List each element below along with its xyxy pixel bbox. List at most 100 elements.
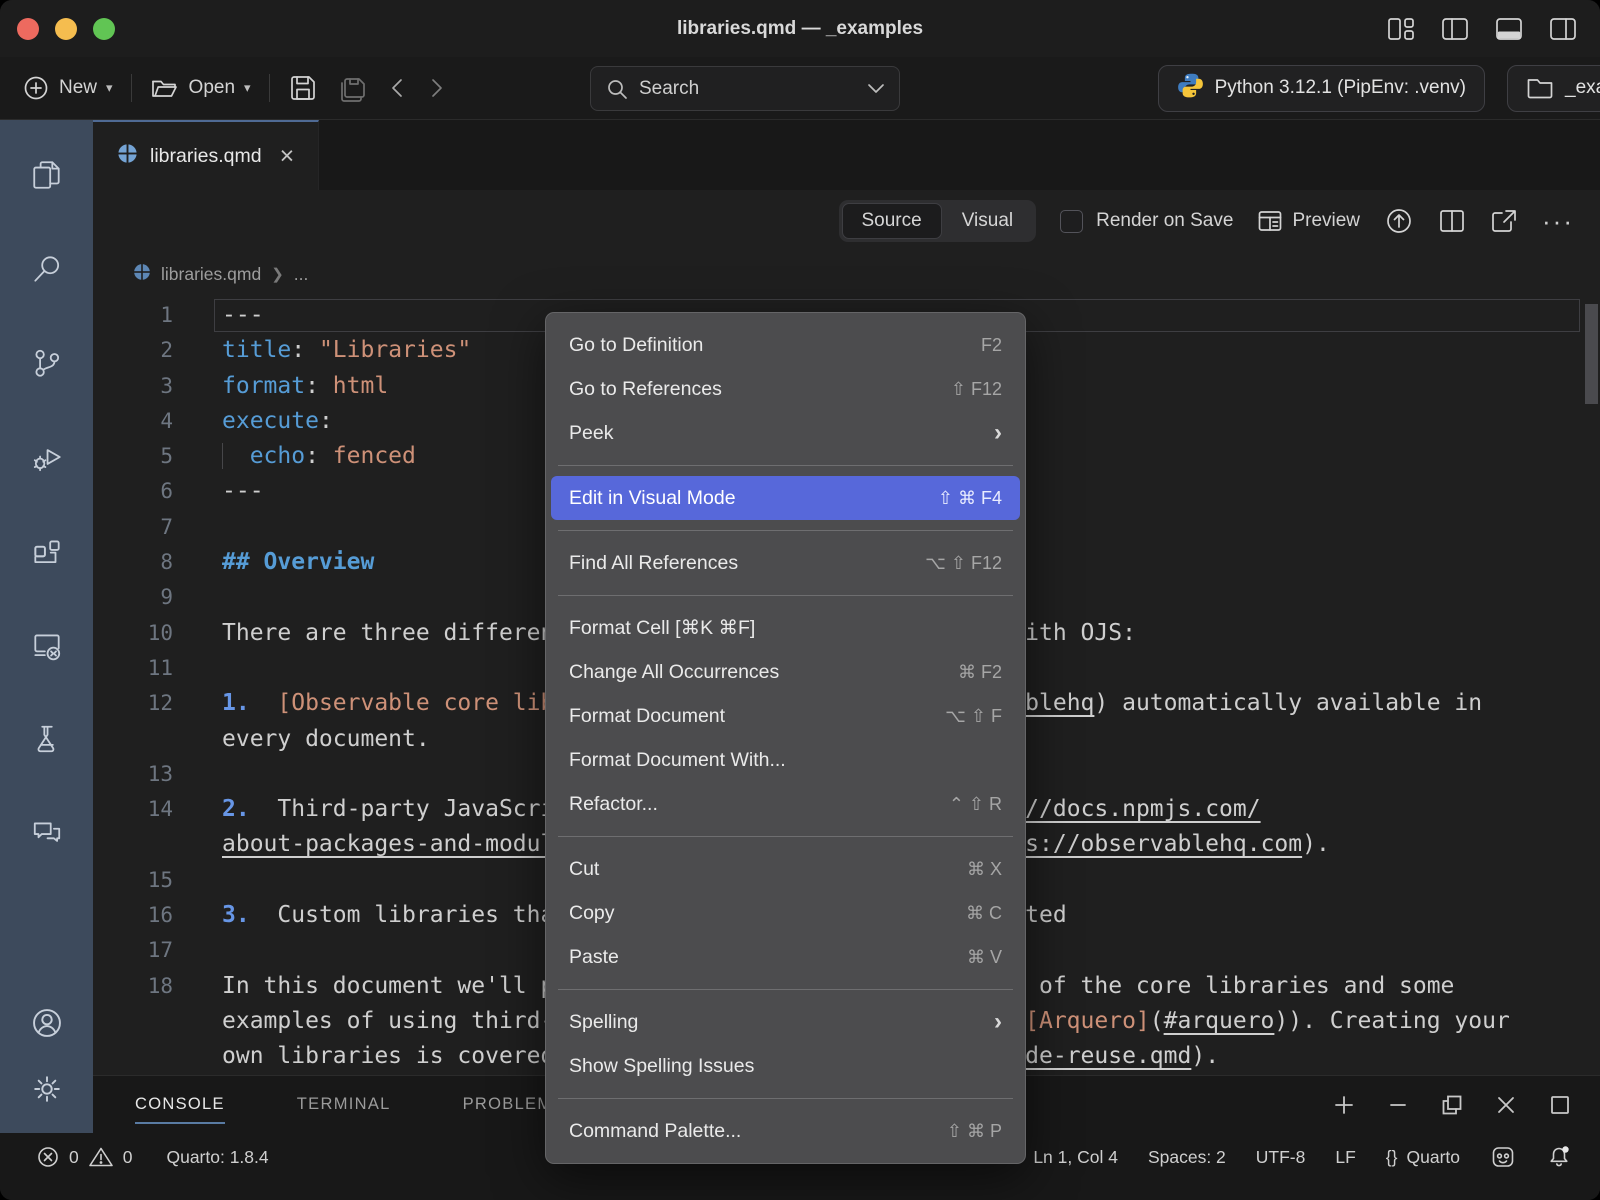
menu-item-format-document-with[interactable]: Format Document With...: [551, 738, 1020, 782]
menu-item-go-to-references[interactable]: Go to References⇧ F12: [551, 367, 1020, 411]
menu-item-refactor[interactable]: Refactor...⌃ ⇧ R: [551, 782, 1020, 826]
new-file-button[interactable]: New ▾: [22, 74, 113, 102]
tab-label: libraries.qmd: [150, 145, 262, 168]
comments-icon[interactable]: [30, 816, 64, 850]
editor-actions: Source Visual Render on Save Preview: [93, 190, 1600, 252]
testing-beaker-icon[interactable]: [30, 722, 64, 756]
menu-item-cut[interactable]: Cut⌘ X: [551, 847, 1020, 891]
close-panel-icon[interactable]: [1494, 1093, 1518, 1117]
customize-layout-icon[interactable]: [1386, 15, 1416, 43]
menu-item-command-palette[interactable]: Command Palette...⇧ ⌘ P: [551, 1109, 1020, 1153]
render-on-save-checkbox[interactable]: [1060, 210, 1083, 233]
remote-sessions-icon[interactable]: [30, 628, 64, 662]
save-all-icon[interactable]: [336, 73, 368, 103]
editor-tabbar: libraries.qmd ×: [93, 120, 1600, 190]
menu-item-spelling[interactable]: Spelling›: [551, 1000, 1020, 1044]
open-in-new-window-icon[interactable]: [1490, 208, 1518, 234]
minimize-window-button[interactable]: [55, 18, 77, 40]
render-publish-icon[interactable]: [1384, 206, 1414, 236]
search-input[interactable]: Search: [590, 66, 900, 111]
workspace-selector[interactable]: _examples: [1507, 65, 1600, 112]
eol-status[interactable]: LF: [1335, 1147, 1355, 1168]
breadcrumb-more[interactable]: ...: [294, 264, 309, 285]
toggle-panel-icon[interactable]: [1494, 15, 1524, 43]
breadcrumb[interactable]: libraries.qmd ❯ ...: [93, 252, 1600, 296]
menu-item-shortcut: ⌘ X: [967, 859, 1002, 880]
interpreter-selector[interactable]: Python 3.12.1 (PipEnv: .venv): [1158, 65, 1485, 112]
feedback-smiley-icon[interactable]: [1490, 1144, 1516, 1170]
toggle-right-sidebar-icon[interactable]: [1548, 15, 1578, 43]
menu-item-label: Edit in Visual Mode: [569, 487, 938, 510]
menu-item-label: Find All References: [569, 552, 925, 575]
menu-item-edit-in-visual-mode[interactable]: Edit in Visual Mode⇧ ⌘ F4: [551, 476, 1020, 520]
zoom-window-button[interactable]: [93, 18, 115, 40]
menu-item-peek[interactable]: Peek›: [551, 411, 1020, 455]
menu-item-shortcut: ⌘ V: [967, 947, 1002, 968]
navigate-back-icon[interactable]: [386, 73, 408, 103]
line-number: 5: [93, 439, 173, 474]
run-debug-icon[interactable]: [30, 440, 64, 474]
panel-tab-console[interactable]: CONSOLE: [135, 1089, 225, 1120]
line-number: 15: [93, 863, 173, 898]
extensions-icon[interactable]: [30, 534, 64, 568]
menu-item-go-to-definition[interactable]: Go to DefinitionF2: [551, 323, 1020, 367]
menu-separator: [558, 530, 1013, 531]
preview-button[interactable]: Preview: [1257, 209, 1360, 233]
source-mode-button[interactable]: Source: [842, 203, 942, 239]
panel-layout-icon[interactable]: [1548, 1093, 1572, 1117]
restore-panel-icon[interactable]: [1440, 1093, 1464, 1117]
menu-item-shortcut: ⇧ F12: [951, 379, 1002, 400]
cursor-position-status[interactable]: Ln 1, Col 4: [1033, 1147, 1118, 1168]
workspace-label: _examples: [1565, 77, 1600, 99]
search-sidebar-icon[interactable]: [30, 252, 64, 286]
source-control-icon[interactable]: [30, 346, 64, 380]
minimize-panel-icon[interactable]: [1386, 1093, 1410, 1117]
line-number: 2: [93, 333, 173, 368]
menu-item-paste[interactable]: Paste⌘ V: [551, 935, 1020, 979]
python-logo-icon: [1177, 72, 1204, 105]
menu-item-shortcut: ⌘ F2: [958, 662, 1002, 683]
menu-item-show-spelling-issues[interactable]: Show Spelling Issues: [551, 1044, 1020, 1088]
toggle-left-sidebar-icon[interactable]: [1440, 15, 1470, 43]
breadcrumb-file[interactable]: libraries.qmd: [161, 264, 261, 285]
tab-libraries-qmd[interactable]: libraries.qmd ×: [93, 120, 319, 190]
menu-item-label: Format Document With...: [569, 749, 1002, 772]
notifications-bell-icon[interactable]: [1546, 1144, 1572, 1170]
navigate-forward-icon[interactable]: [426, 73, 448, 103]
visual-mode-button[interactable]: Visual: [942, 203, 1033, 239]
indentation-status[interactable]: Spaces: 2: [1148, 1147, 1226, 1168]
quarto-version-status[interactable]: Quarto: 1.8.4: [166, 1147, 268, 1168]
code-text: format: html: [173, 373, 388, 399]
error-count: 0: [69, 1147, 79, 1168]
menu-item-find-all-references[interactable]: Find All References⌥ ⇧ F12: [551, 541, 1020, 585]
new-console-icon[interactable]: [1332, 1093, 1356, 1117]
split-editor-icon[interactable]: [1438, 208, 1466, 234]
close-window-button[interactable]: [17, 18, 39, 40]
close-tab-icon[interactable]: ×: [280, 144, 295, 169]
code-text: ---: [173, 478, 264, 504]
menu-item-label: Paste: [569, 946, 967, 969]
explorer-icon[interactable]: [30, 158, 64, 192]
save-icon[interactable]: [288, 73, 318, 103]
open-button[interactable]: Open ▾: [150, 75, 251, 101]
menu-item-format-cell-k-f[interactable]: Format Cell [⌘K ⌘F]: [551, 606, 1020, 650]
code-text: every document.: [173, 726, 430, 752]
problems-status[interactable]: 0 0: [36, 1145, 132, 1169]
line-number: 10: [93, 616, 173, 651]
language-mode-status[interactable]: {} Quarto: [1386, 1147, 1460, 1168]
line-number: 7: [93, 510, 173, 545]
panel-tab-terminal[interactable]: TERMINAL: [297, 1089, 391, 1120]
context-menu: Go to DefinitionF2Go to References⇧ F12P…: [545, 312, 1026, 1164]
menu-item-copy[interactable]: Copy⌘ C: [551, 891, 1020, 935]
menu-item-change-all-occurrences[interactable]: Change All Occurrences⌘ F2: [551, 650, 1020, 694]
code-text: title: "Libraries": [173, 337, 471, 363]
settings-gear-icon[interactable]: [29, 1071, 65, 1107]
menu-item-format-document[interactable]: Format Document⌥ ⇧ F: [551, 694, 1020, 738]
account-icon[interactable]: [29, 1005, 65, 1041]
editor-scrollbar[interactable]: [1585, 304, 1598, 404]
encoding-status[interactable]: UTF-8: [1256, 1147, 1306, 1168]
menu-item-shortcut: ⇧ ⌘ P: [947, 1121, 1002, 1142]
menu-separator: [558, 836, 1013, 837]
mode-toggle: Source Visual: [839, 200, 1037, 242]
search-icon: [605, 77, 629, 101]
